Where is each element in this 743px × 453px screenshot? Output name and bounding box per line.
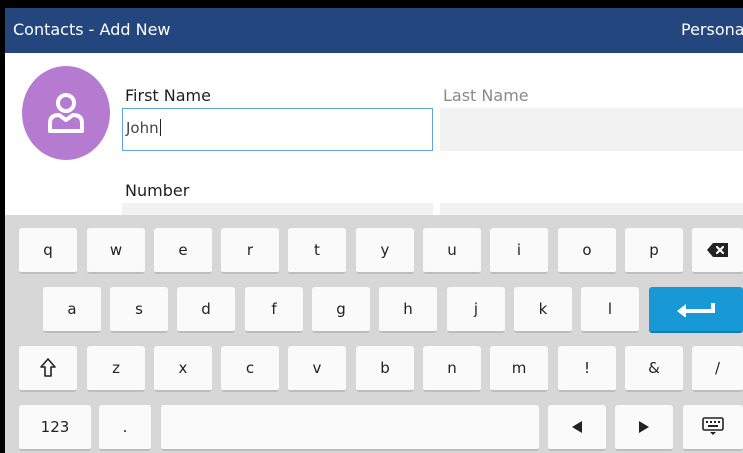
number-label: Number [125, 181, 190, 200]
key-h[interactable]: h [379, 287, 437, 333]
key-r[interactable]: r [221, 228, 279, 274]
left-arrow-icon [572, 421, 582, 433]
key-y[interactable]: y [356, 228, 414, 274]
key-l[interactable]: l [581, 287, 639, 333]
key-i[interactable]: i [490, 228, 548, 274]
key-j[interactable]: j [447, 287, 505, 333]
key-w[interactable]: w [87, 228, 145, 274]
key-v[interactable]: v [288, 346, 346, 392]
contact-person-icon [48, 93, 84, 133]
shift-key[interactable] [19, 346, 77, 392]
right-arrow-key[interactable] [615, 405, 673, 451]
period-key[interactable]: . [99, 405, 151, 451]
key-b[interactable]: b [356, 346, 414, 392]
shift-icon [40, 358, 56, 377]
key-exclamation[interactable]: ! [558, 346, 616, 392]
page-title: Contacts - Add New [13, 20, 171, 39]
bezel-left [0, 0, 5, 453]
key-n[interactable]: n [423, 346, 481, 392]
key-slash[interactable]: / [692, 346, 743, 392]
key-z[interactable]: z [87, 346, 145, 392]
key-o[interactable]: o [558, 228, 616, 274]
keyboard-icon [702, 417, 724, 435]
key-ampersand[interactable]: & [625, 346, 683, 392]
first-name-label: First Name [125, 86, 211, 105]
first-name-field[interactable]: John [122, 108, 433, 151]
key-a[interactable]: a [43, 287, 101, 333]
right-arrow-icon [639, 421, 649, 433]
on-screen-keyboard: q w e r t y u i o p a s d f g h j k l z … [5, 215, 743, 453]
key-d[interactable]: d [177, 287, 235, 333]
tab-personal[interactable]: Personal [681, 20, 743, 39]
add-contact-screen: Contacts - Add New Personal First Name J… [0, 0, 743, 453]
key-e[interactable]: e [154, 228, 212, 274]
enter-key[interactable] [649, 287, 743, 333]
bezel-top [0, 0, 743, 8]
key-x[interactable]: x [154, 346, 212, 392]
title-bar: Contacts - Add New Personal [5, 8, 743, 53]
text-caret [159, 119, 161, 136]
backspace-icon [706, 243, 728, 257]
enter-icon [677, 303, 715, 317]
key-m[interactable]: m [490, 346, 548, 392]
avatar[interactable] [22, 66, 110, 160]
key-t[interactable]: t [288, 228, 346, 274]
last-name-label: Last Name [443, 86, 529, 105]
first-name-value: John [126, 119, 159, 137]
backspace-key[interactable] [692, 228, 743, 274]
key-p[interactable]: p [625, 228, 683, 274]
key-c[interactable]: c [221, 346, 279, 392]
key-k[interactable]: k [514, 287, 572, 333]
key-s[interactable]: s [110, 287, 168, 333]
key-f[interactable]: f [245, 287, 303, 333]
space-key[interactable] [161, 405, 539, 451]
key-q[interactable]: q [19, 228, 77, 274]
key-g[interactable]: g [312, 287, 370, 333]
left-arrow-key[interactable] [548, 405, 606, 451]
last-name-field[interactable] [440, 108, 743, 151]
key-u[interactable]: u [423, 228, 481, 274]
numbers-key[interactable]: 123 [19, 405, 91, 451]
hide-keyboard-key[interactable] [683, 405, 743, 451]
